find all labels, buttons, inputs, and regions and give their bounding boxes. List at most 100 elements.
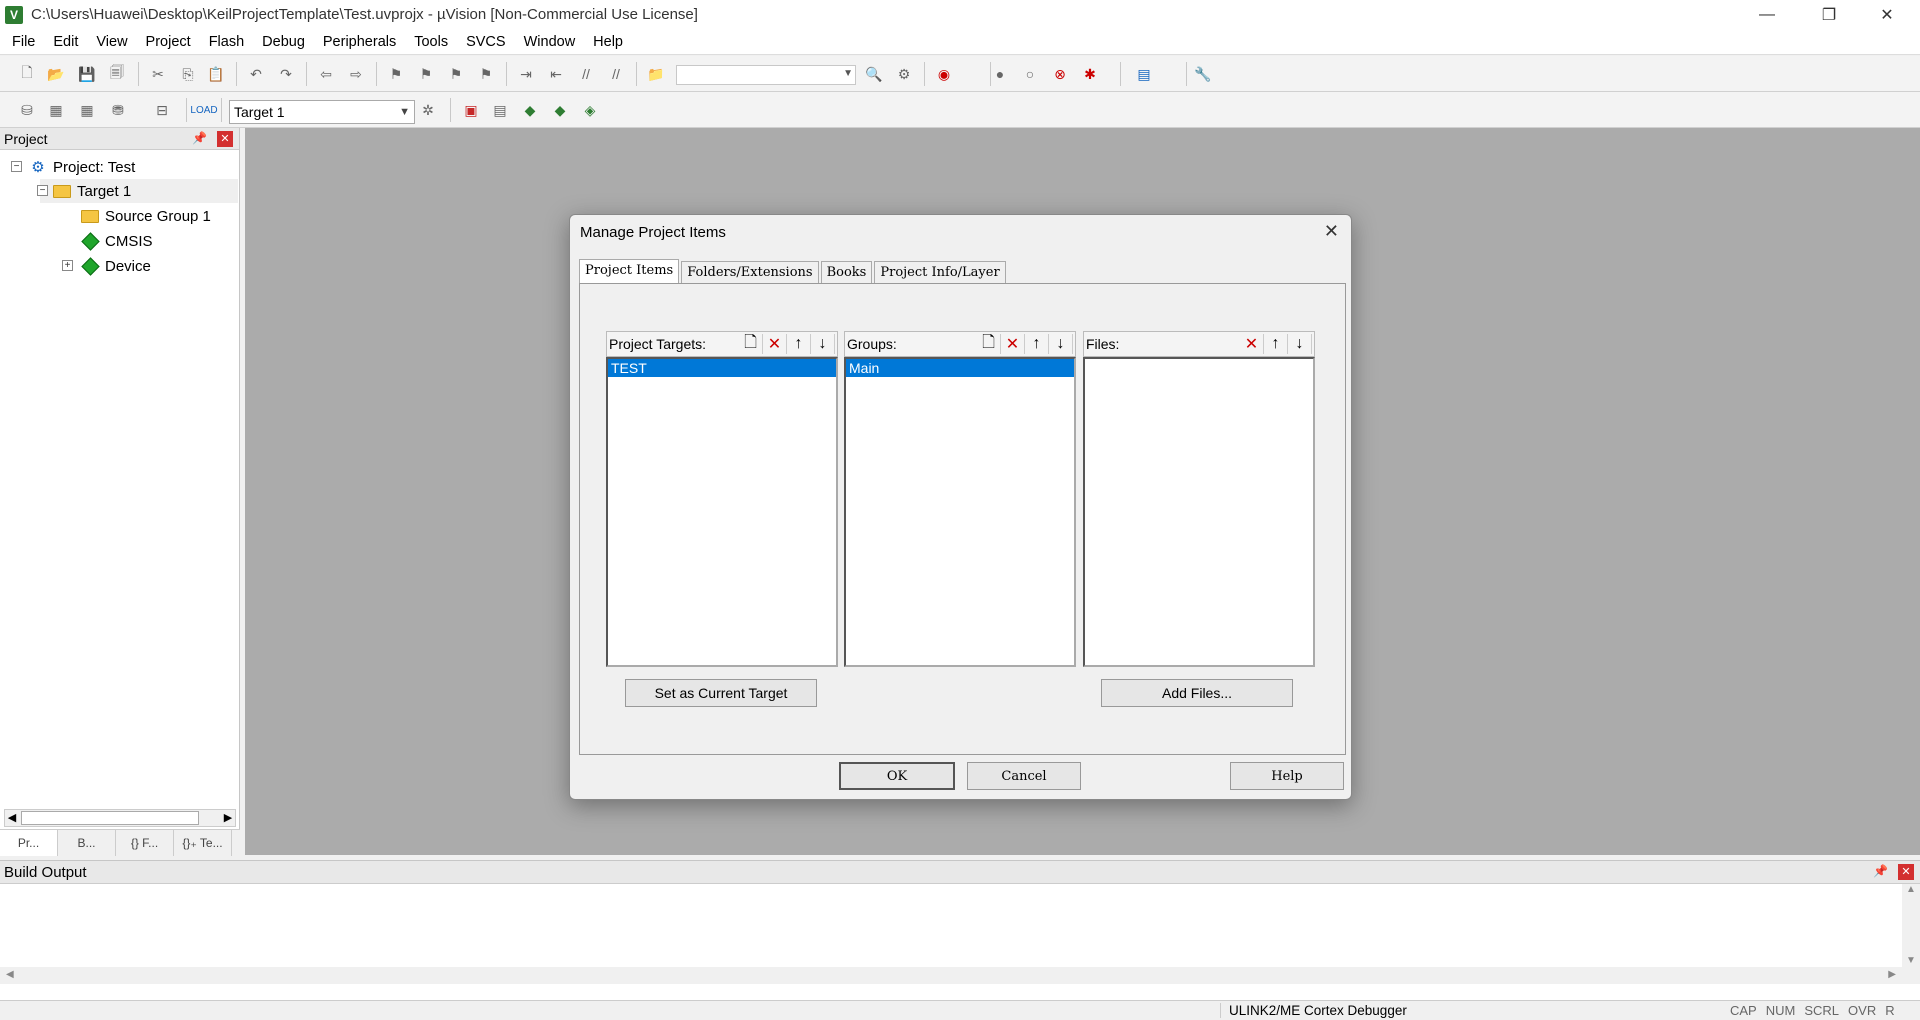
scroll-down-icon[interactable]: ▼ xyxy=(1902,955,1920,966)
menu-svcs[interactable]: SVCS xyxy=(457,29,515,55)
project-targets-list[interactable]: TEST xyxy=(606,357,838,667)
tree-target-1[interactable]: − Target 1 xyxy=(37,179,238,203)
move-down-icon[interactable]: ↓ xyxy=(1049,334,1073,354)
open-file-icon[interactable]: 📂 xyxy=(46,64,66,84)
ok-button[interactable]: OK xyxy=(839,762,955,790)
find-combo[interactable]: ▼ xyxy=(676,65,856,85)
tree-cmsis[interactable]: CMSIS xyxy=(80,229,153,253)
help-button[interactable]: Help xyxy=(1230,762,1344,790)
move-up-icon[interactable]: ↑ xyxy=(1264,334,1288,354)
kill-breakpoints-icon[interactable]: ✱ xyxy=(1080,64,1100,84)
menu-window[interactable]: Window xyxy=(515,29,585,55)
tab-project-info-layer[interactable]: Project Info/Layer xyxy=(874,261,1006,283)
tab-project[interactable]: Pr... xyxy=(0,830,58,856)
project-hscrollbar[interactable]: ◀ ▶ xyxy=(4,809,236,827)
tree-device[interactable]: + Device xyxy=(62,254,151,278)
set-current-target-button[interactable]: Set as Current Target xyxy=(625,679,817,707)
collapse-icon[interactable]: − xyxy=(11,161,22,172)
new-target-icon[interactable]: 🗋 xyxy=(739,334,763,354)
list-item[interactable]: TEST xyxy=(608,359,836,377)
minimize-button[interactable]: — xyxy=(1738,0,1796,29)
groups-list[interactable]: Main xyxy=(844,357,1076,667)
move-down-icon[interactable]: ↓ xyxy=(811,334,835,354)
tree-project-root[interactable]: − ⚙ Project: Test xyxy=(10,155,135,179)
clear-bookmarks-icon[interactable]: ⚑ xyxy=(476,64,496,84)
close-panel-icon[interactable]: ✕ xyxy=(217,131,233,147)
menu-peripherals[interactable]: Peripherals xyxy=(314,29,405,55)
scroll-thumb[interactable] xyxy=(21,811,199,825)
tree-source-group-1[interactable]: Source Group 1 xyxy=(80,204,211,228)
new-file-icon[interactable]: 🗋 xyxy=(17,64,37,84)
tab-project-items[interactable]: Project Items xyxy=(579,259,680,283)
save-all-icon[interactable]: 🗐 xyxy=(107,64,127,84)
run-time-environment-icon[interactable]: ◆ xyxy=(520,100,540,120)
expand-icon[interactable]: + xyxy=(62,260,73,271)
pack-installer-icon[interactable]: ◆ xyxy=(550,100,570,120)
navigate-back-icon[interactable]: ⇦ xyxy=(316,64,336,84)
stop-build-icon[interactable]: ⊟ xyxy=(152,100,172,120)
move-up-icon[interactable]: ↑ xyxy=(787,334,811,354)
pin-icon[interactable]: 📌 xyxy=(1873,864,1888,878)
redo-icon[interactable]: ↷ xyxy=(276,64,296,84)
scroll-up-icon[interactable]: ▲ xyxy=(1902,884,1920,895)
menu-tools[interactable]: Tools xyxy=(405,29,457,55)
dialog-close-icon[interactable]: ✕ xyxy=(1324,221,1339,242)
scroll-left-icon[interactable]: ◀ xyxy=(5,810,19,826)
file-extensions-icon[interactable]: ▤ xyxy=(490,100,510,120)
scroll-left-icon[interactable]: ◀ xyxy=(6,969,14,980)
collapse-icon[interactable]: − xyxy=(37,185,48,196)
build-icon[interactable]: ▦ xyxy=(46,100,66,120)
save-icon[interactable]: 💾 xyxy=(77,64,97,84)
tab-books[interactable]: Books xyxy=(820,261,873,283)
batch-build-icon[interactable]: ⛃ xyxy=(108,100,128,120)
comment-icon[interactable]: // xyxy=(576,64,596,84)
undo-icon[interactable]: ↶ xyxy=(246,64,266,84)
pin-icon[interactable]: 📌 xyxy=(192,131,207,145)
menu-project[interactable]: Project xyxy=(137,29,200,55)
tab-templates[interactable]: {}₊ Te... xyxy=(174,830,232,856)
tab-folders-extensions[interactable]: Folders/Extensions xyxy=(681,261,819,283)
tab-functions[interactable]: {} F... xyxy=(116,830,174,856)
navigate-forward-icon[interactable]: ⇨ xyxy=(346,64,366,84)
debug-session-icon[interactable]: ◉ xyxy=(934,64,954,84)
files-list[interactable] xyxy=(1083,357,1315,667)
move-up-icon[interactable]: ↑ xyxy=(1025,334,1049,354)
move-down-icon[interactable]: ↓ xyxy=(1288,334,1312,354)
add-files-button[interactable]: Add Files... xyxy=(1101,679,1293,707)
delete-target-icon[interactable]: ✕ xyxy=(763,334,787,354)
close-window-button[interactable]: ✕ xyxy=(1858,0,1916,29)
menu-file[interactable]: File xyxy=(0,29,44,55)
target-select[interactable]: Target 1 ▼ xyxy=(229,100,415,124)
window-layout-icon[interactable]: ▤ xyxy=(1134,64,1154,84)
select-software-packs-icon[interactable]: ◈ xyxy=(580,100,600,120)
target-options-icon[interactable]: ✲ xyxy=(418,100,438,120)
configure-icon[interactable]: 🔧 xyxy=(1193,64,1213,84)
list-item[interactable]: Main xyxy=(846,359,1074,377)
breakpoint-icon[interactable]: ● xyxy=(990,64,1010,84)
scroll-right-icon[interactable]: ▶ xyxy=(1888,969,1896,980)
uncomment-icon[interactable]: // xyxy=(606,64,626,84)
find-icon[interactable]: 🔍 xyxy=(864,64,884,84)
menu-debug[interactable]: Debug xyxy=(253,29,314,55)
delete-file-icon[interactable]: ✕ xyxy=(1240,334,1264,354)
menu-help[interactable]: Help xyxy=(584,29,632,55)
incremental-find-icon[interactable]: ⚙ xyxy=(894,64,914,84)
build-output-vscrollbar[interactable]: ▲ ▼ xyxy=(1902,884,1920,984)
manage-components-icon[interactable]: ▣ xyxy=(461,100,481,120)
paste-icon[interactable]: 📋 xyxy=(206,64,226,84)
prev-bookmark-icon[interactable]: ⚑ xyxy=(416,64,436,84)
menu-flash[interactable]: Flash xyxy=(200,29,253,55)
cut-icon[interactable]: ✂ xyxy=(148,64,168,84)
close-panel-icon[interactable]: ✕ xyxy=(1898,864,1914,880)
indent-icon[interactable]: ⇥ xyxy=(516,64,536,84)
menu-view[interactable]: View xyxy=(87,29,136,55)
copy-icon[interactable]: ⎘ xyxy=(178,64,198,84)
find-in-files-icon[interactable]: 📁 xyxy=(646,64,666,84)
rebuild-icon[interactable]: ▦ xyxy=(77,100,97,120)
cancel-button[interactable]: Cancel xyxy=(967,762,1081,790)
unindent-icon[interactable]: ⇤ xyxy=(546,64,566,84)
enable-breakpoint-icon[interactable]: ○ xyxy=(1020,64,1040,84)
menu-edit[interactable]: Edit xyxy=(44,29,87,55)
tab-books[interactable]: B... xyxy=(58,830,116,856)
next-bookmark-icon[interactable]: ⚑ xyxy=(446,64,466,84)
